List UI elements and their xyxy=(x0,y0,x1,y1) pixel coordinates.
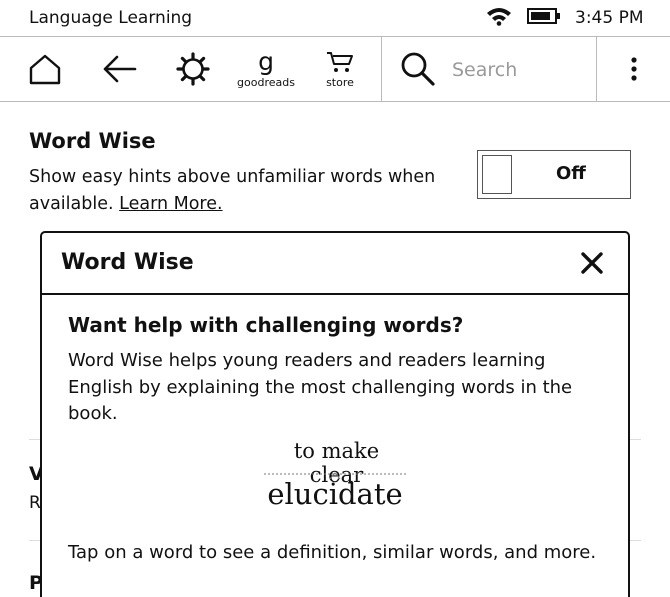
toggle-state: Off xyxy=(556,163,586,184)
status-title: Language Learning xyxy=(29,8,193,28)
example-word: elucidate xyxy=(267,477,403,511)
back-button[interactable] xyxy=(96,37,142,101)
dialog-footer-text: Tap on a word to see a definition, simil… xyxy=(68,542,597,563)
search-button[interactable] xyxy=(396,37,440,101)
learn-more-link[interactable]: Learn More. xyxy=(119,194,222,214)
setting-description-text: Show easy hints above unfamiliar words w… xyxy=(29,167,436,214)
more-button[interactable] xyxy=(614,37,654,101)
search-icon xyxy=(401,52,435,86)
home-icon xyxy=(29,54,61,85)
search-input[interactable]: Search xyxy=(452,59,517,81)
word-wise-dialog: Word Wise Want help with challenging wor… xyxy=(40,231,630,597)
dialog-title: Word Wise xyxy=(61,250,194,275)
toggle-knob xyxy=(482,155,512,194)
store-label: store xyxy=(326,75,354,89)
home-button[interactable] xyxy=(22,37,68,101)
close-icon[interactable] xyxy=(579,250,605,276)
status-time: 3:45 PM xyxy=(575,8,644,28)
wifi-icon xyxy=(487,8,511,26)
settings-icon xyxy=(176,52,210,86)
toolbar: g goodreads store Search xyxy=(0,36,670,102)
goodreads-label: goodreads xyxy=(237,75,295,89)
store-button[interactable]: store xyxy=(318,37,362,101)
battery-icon xyxy=(527,8,560,24)
cart-icon xyxy=(327,51,353,72)
status-bar: Language Learning 3:45 PM xyxy=(0,0,670,36)
dialog-body: Word Wise helps young readers and reader… xyxy=(68,350,573,424)
word-wise-setting-description: Show easy hints above unfamiliar words w… xyxy=(29,164,449,218)
dialog-heading: Want help with challenging words? xyxy=(68,313,464,337)
word-wise-setting-title: Word Wise xyxy=(29,129,156,153)
toolbar-divider xyxy=(381,37,382,101)
more-icon xyxy=(631,57,637,81)
dialog-header: Word Wise xyxy=(42,233,628,295)
goodreads-icon: g xyxy=(258,46,274,76)
toolbar-divider xyxy=(596,37,597,101)
word-wise-toggle[interactable]: Off xyxy=(477,150,631,199)
settings-button[interactable] xyxy=(170,37,216,101)
goodreads-button[interactable]: g goodreads xyxy=(233,37,299,101)
back-icon xyxy=(103,55,137,83)
